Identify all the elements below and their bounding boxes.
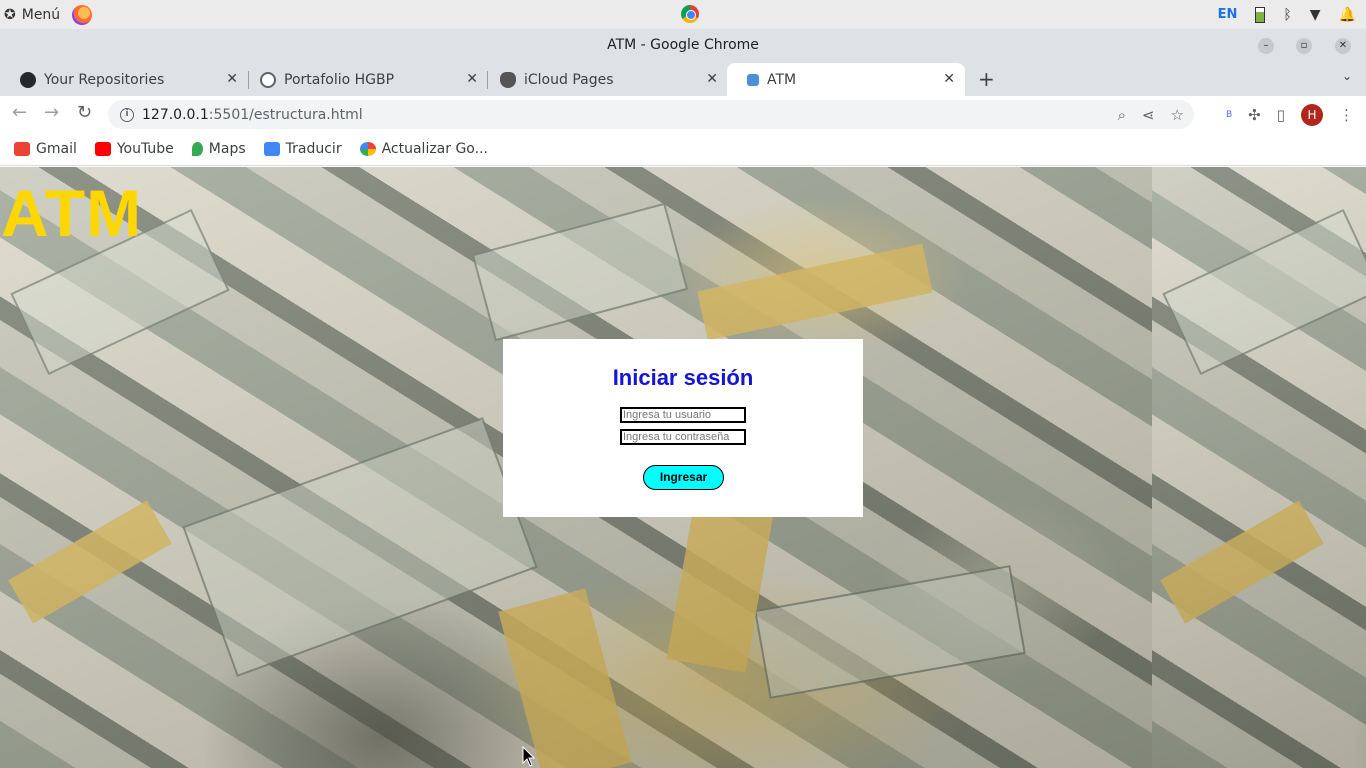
- gmail-icon: [14, 142, 30, 156]
- tab-atm[interactable]: ATM ✕: [727, 63, 965, 96]
- close-tab-icon[interactable]: ✕: [466, 71, 478, 87]
- close-window-button[interactable]: ✕: [1335, 38, 1351, 54]
- chrome-icon: [681, 5, 699, 23]
- translate-icon: [263, 142, 280, 156]
- forward-icon[interactable]: →: [44, 102, 59, 123]
- battery-icon[interactable]: [1255, 6, 1266, 23]
- page-favicon-icon: [747, 73, 759, 86]
- tab-label: iCloud Pages: [524, 71, 614, 88]
- address-bar-actions: ⌕ ⋖ ☆: [1118, 106, 1184, 124]
- bookmark-label: Maps: [208, 141, 246, 157]
- maps-pin-icon: [191, 142, 203, 156]
- bookmark-traducir[interactable]: Traducir: [263, 141, 342, 157]
- new-tab-button[interactable]: +: [978, 67, 995, 91]
- wifi-icon[interactable]: ▼: [1310, 7, 1321, 23]
- close-tab-icon[interactable]: ✕: [943, 71, 955, 87]
- bookmark-star-icon[interactable]: ☆: [1171, 106, 1184, 124]
- bookmark-label: Traducir: [285, 141, 342, 157]
- extensions-puzzle-icon[interactable]: ✣: [1248, 106, 1261, 124]
- login-form: Iniciar sesión Ingresa tu usuario Ingres…: [503, 339, 863, 517]
- back-icon[interactable]: ←: [12, 102, 27, 123]
- page-heading: ATM: [1, 176, 143, 250]
- close-tab-icon[interactable]: ✕: [706, 71, 718, 87]
- mouse-cursor-icon: [522, 746, 536, 767]
- system-menu-label: Menú: [21, 6, 61, 23]
- tab-strip: Your Repositories ✕ Portafolio HGBP ✕ iC…: [0, 61, 1366, 96]
- tab-search-chevron-icon[interactable]: ⌄: [1342, 69, 1352, 83]
- tab-label: Your Repositories: [44, 71, 165, 88]
- bookmark-youtube[interactable]: YouTube: [94, 141, 174, 157]
- tab-icloud-pages[interactable]: iCloud Pages ✕: [480, 63, 728, 96]
- bookmark-gmail[interactable]: Gmail: [14, 141, 77, 157]
- ubuntu-icon: ✪: [4, 6, 16, 23]
- window-title: ATM - Google Chrome: [607, 37, 759, 53]
- browser-toolbar: ← → ↻ i 127.0.0.1 :5501/estructura.html …: [0, 96, 1366, 133]
- google-icon: [359, 142, 376, 156]
- reload-icon[interactable]: ↻: [77, 102, 92, 123]
- profile-avatar[interactable]: H: [1301, 104, 1323, 126]
- system-menu[interactable]: ✪ Menú: [0, 4, 93, 25]
- side-panel-icon[interactable]: ▯: [1277, 106, 1285, 124]
- extension-b-icon[interactable]: B: [1226, 110, 1232, 120]
- bluetooth-icon[interactable]: ᛒ: [1283, 7, 1291, 23]
- bookmark-label: YouTube: [116, 141, 174, 157]
- background-shade: [1152, 167, 1366, 768]
- username-input[interactable]: Ingresa tu usuario: [620, 407, 746, 423]
- page-viewport: ATM Iniciar sesión Ingresa tu usuario In…: [0, 167, 1366, 768]
- firefox-icon[interactable]: [72, 4, 93, 25]
- site-info-icon[interactable]: i: [120, 107, 134, 122]
- bookmark-actualizar[interactable]: Actualizar Go...: [359, 141, 488, 157]
- apple-icon: [500, 71, 516, 88]
- login-title: Iniciar sesión: [612, 365, 754, 390]
- tab-label: ATM: [767, 71, 797, 88]
- bookmark-label: Actualizar Go...: [381, 141, 488, 157]
- language-indicator[interactable]: EN: [1218, 7, 1238, 22]
- tab-your-repositories[interactable]: Your Repositories ✕: [0, 63, 248, 96]
- window-titlebar: ATM - Google Chrome – ▫ ✕: [0, 29, 1366, 61]
- password-input[interactable]: Ingresa tu contraseña: [620, 429, 746, 445]
- github-icon: [20, 71, 36, 88]
- url-path: :5501/estructura.html: [208, 106, 363, 123]
- chrome-menu-icon[interactable]: ⋮: [1339, 106, 1354, 124]
- share-icon[interactable]: ⋖: [1142, 106, 1155, 124]
- bookmark-maps[interactable]: Maps: [191, 141, 246, 157]
- system-tray: EN ᛒ ▼ 🔔: [1218, 0, 1356, 29]
- system-top-bar: ✪ Menú EN ᛒ ▼ 🔔: [0, 0, 1366, 29]
- url-host: 127.0.0.1: [142, 106, 209, 123]
- money-background-image-repeat: [1152, 167, 1366, 768]
- tab-label: Portafolio HGBP: [284, 71, 395, 88]
- address-bar[interactable]: i 127.0.0.1 :5501/estructura.html ⌕ ⋖ ☆: [108, 100, 1194, 129]
- close-tab-icon[interactable]: ✕: [226, 71, 238, 87]
- bookmarks-bar: Gmail YouTube Maps Traducir Actualizar G…: [0, 133, 1366, 166]
- youtube-icon: [94, 142, 111, 156]
- minimize-button[interactable]: –: [1258, 38, 1274, 54]
- notification-bell-icon[interactable]: 🔔: [1339, 7, 1356, 23]
- tab-portafolio[interactable]: Portafolio HGBP ✕: [240, 63, 488, 96]
- globe-icon: [260, 71, 276, 88]
- login-submit-button[interactable]: Ingresar: [643, 465, 724, 490]
- zoom-icon[interactable]: ⌕: [1118, 106, 1126, 124]
- toolbar-actions: B ✣ ▯ H ⋮: [1226, 104, 1354, 126]
- bookmark-label: Gmail: [36, 141, 77, 157]
- maximize-button[interactable]: ▫: [1296, 38, 1312, 54]
